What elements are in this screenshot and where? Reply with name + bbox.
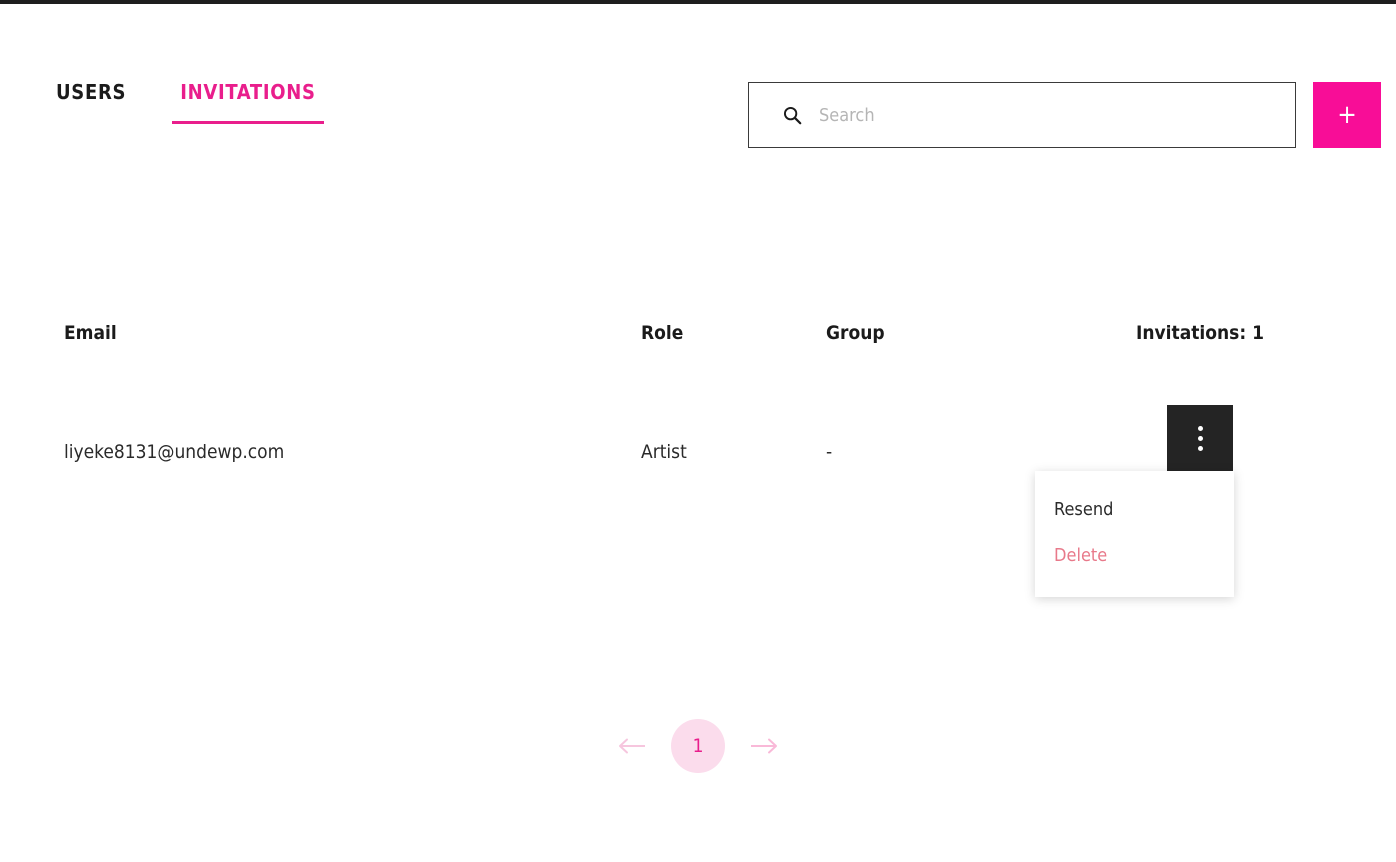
kebab-menu-icon-dot (1197, 435, 1203, 441)
pagination-prev-button[interactable] (615, 729, 649, 763)
tab-bar: USERS INVITATIONS (48, 80, 325, 124)
search-input[interactable] (819, 83, 1295, 147)
menu-item-delete[interactable]: Delete (1035, 533, 1234, 579)
pagination: 1 (0, 719, 1396, 773)
column-header-role: Role (641, 322, 684, 344)
top-accent-bar (0, 0, 1396, 4)
row-actions-button[interactable] (1167, 405, 1233, 471)
cell-role: Artist (641, 441, 687, 463)
tab-users[interactable]: USERS (48, 82, 134, 124)
column-header-email: Email (64, 322, 117, 344)
plus-icon: + (1337, 100, 1357, 130)
tab-invitations[interactable]: INVITATIONS (172, 80, 325, 124)
row-actions-menu: Resend Delete (1035, 471, 1234, 597)
pagination-page-1[interactable]: 1 (671, 719, 725, 773)
invitations-table: Email Role Group Invitations: 1 liyeke81… (0, 318, 1396, 597)
menu-item-resend[interactable]: Resend (1035, 487, 1234, 533)
kebab-menu-icon-dot (1197, 445, 1203, 451)
invitations-page: USERS INVITATIONS + Email Role Group Inv… (0, 0, 1396, 862)
kebab-menu-icon-dot (1197, 425, 1203, 431)
add-invitation-button[interactable]: + (1313, 82, 1381, 148)
cell-email: liyeke8131@undewp.com (64, 441, 285, 463)
tab-users-label: USERS (56, 80, 127, 104)
table-row: liyeke8131@undewp.com Artist - Resend De… (0, 405, 1396, 597)
pagination-next-button[interactable] (747, 729, 781, 763)
cell-group: - (826, 441, 833, 463)
tab-invitations-label: INVITATIONS (180, 80, 316, 104)
column-header-group: Group (826, 322, 885, 344)
table-header-row: Email Role Group Invitations: 1 (0, 318, 1396, 348)
invitations-count: Invitations: 1 (1136, 322, 1265, 344)
arrow-right-icon (751, 738, 777, 754)
search-icon (783, 106, 802, 125)
arrow-left-icon (619, 738, 645, 754)
pagination-page-label: 1 (692, 735, 704, 757)
search-box[interactable] (748, 82, 1296, 148)
